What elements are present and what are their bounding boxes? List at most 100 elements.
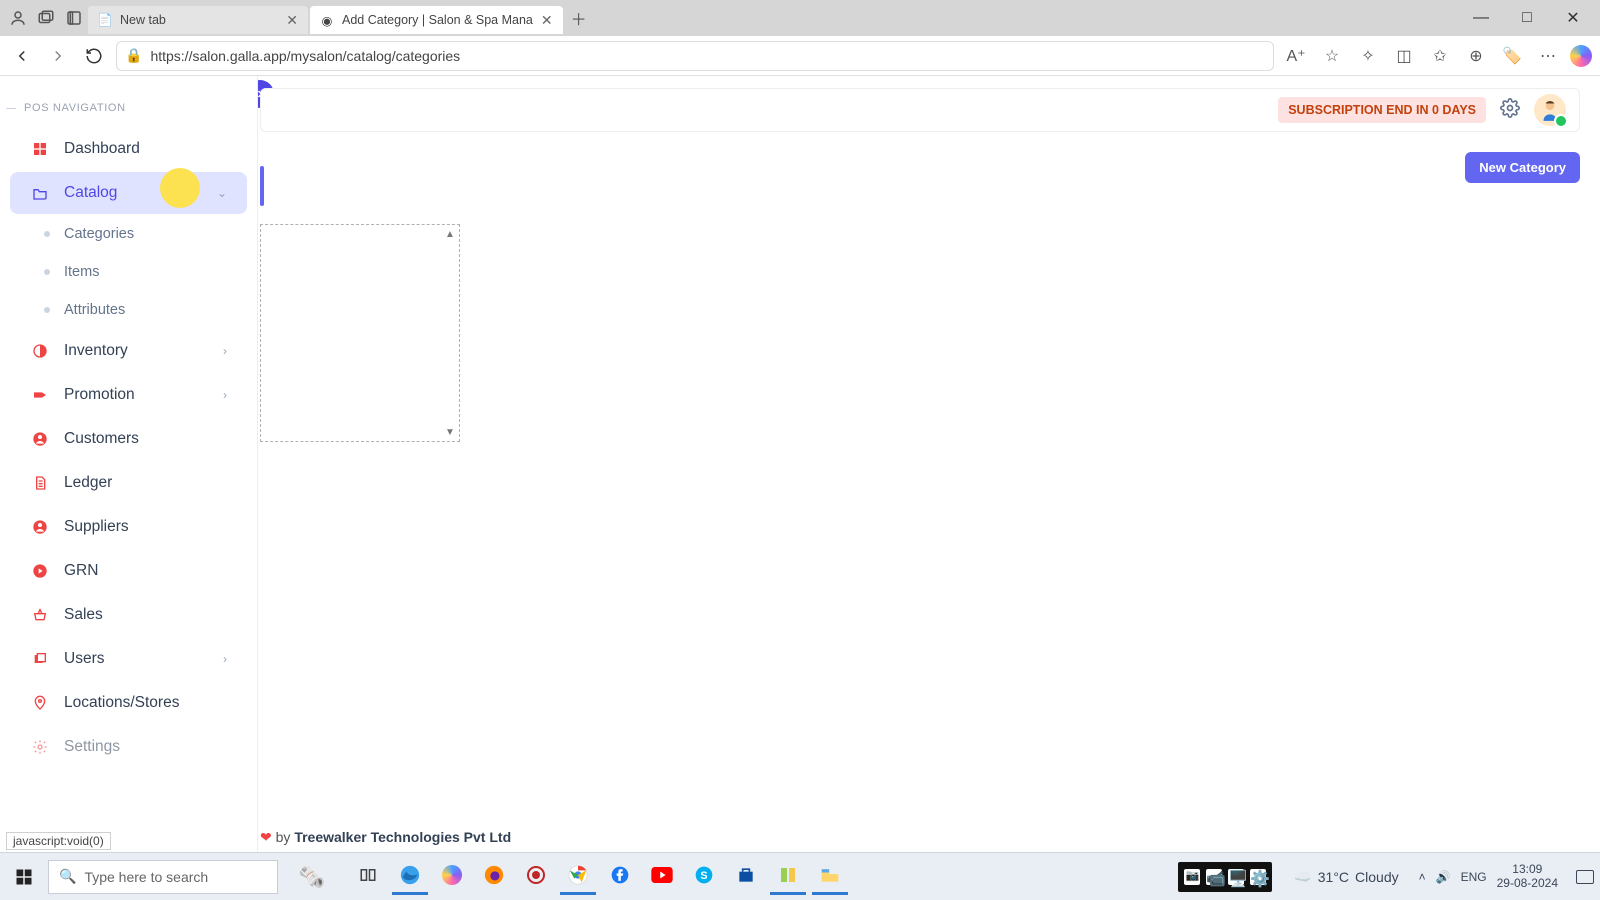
favorite-button[interactable]: ☆ [1318,42,1346,70]
taskbar-app-firefox[interactable] [476,859,512,895]
nav-label: Sales [64,606,103,624]
taskbar-app-generic1[interactable] [770,859,806,895]
tag-icon [30,387,50,403]
taskbar-app-edge[interactable] [392,859,428,895]
nav-list: Dashboard Catalog ⌄ Categories Items [0,128,257,768]
read-aloud-icon[interactable]: A⁺ [1282,42,1310,70]
task-icons: S [350,859,848,895]
heart-icon: ❤ [260,829,272,845]
footer-by: by [276,829,291,845]
extensions-button[interactable]: ✧ [1354,42,1382,70]
sidebar-item-ledger[interactable]: Ledger [10,462,247,504]
settings-gear-icon[interactable] [1500,98,1520,123]
dropzone-panel[interactable]: ▲ ▼ [260,224,460,442]
active-tab-indicator [260,166,264,206]
user-circle-icon [30,431,50,447]
more-button[interactable]: ⋯ [1534,42,1562,70]
news-widget-icon[interactable]: 🗞️ [284,860,340,894]
taskbar-search[interactable]: 🔍 Type here to search [48,860,278,894]
sidebar-item-catalog[interactable]: Catalog ⌄ [10,172,247,214]
split-screen-button[interactable]: ◫ [1390,42,1418,70]
nav-label: Categories [64,226,134,242]
tab-title: Add Category | Salon & Spa Mana [342,13,533,27]
weather-widget[interactable]: ☁️ 31°C Cloudy [1294,868,1398,885]
reload-button[interactable] [80,42,108,70]
circle-g-icon: ◉ [320,13,334,27]
taskbar-app-skype[interactable]: S [686,859,722,895]
record-icon: 📹 [1206,869,1222,885]
workspaces-icon[interactable] [32,9,60,27]
close-icon[interactable]: ✕ [286,12,298,29]
scroll-down-icon[interactable]: ▼ [443,425,457,439]
new-category-button[interactable]: New Category [1465,152,1580,183]
taskbar-app-chrome[interactable] [560,859,596,895]
taskbar-app-explorer[interactable] [812,859,848,895]
task-view-button[interactable] [350,859,386,895]
chevron-right-icon: › [223,388,227,402]
taskbar-app-store[interactable] [728,859,764,895]
chevron-right-icon: › [223,344,227,358]
sidebar-item-categories[interactable]: Categories [10,216,247,252]
nav-label: Inventory [64,342,128,360]
sidebar-item-items[interactable]: Items [10,254,247,290]
app-footer: ❤ by Treewalker Technologies Pvt Ltd [260,829,511,846]
start-button[interactable] [6,859,42,895]
lock-icon: 🔒 [125,47,142,64]
forward-button[interactable] [44,42,72,70]
back-button[interactable] [8,42,36,70]
nav-label: Customers [64,430,139,448]
sidebar-item-grn[interactable]: GRN [10,550,247,592]
collections-button[interactable]: ⊕ [1462,42,1490,70]
favorites-list-button[interactable]: ✩ [1426,42,1454,70]
minimize-button[interactable]: ― [1458,2,1504,34]
notifications-button[interactable] [1576,870,1594,884]
clock[interactable]: 13:09 29-08-2024 [1497,863,1558,891]
arrow-circle-icon [30,563,50,579]
tab-add-category[interactable]: ◉ Add Category | Salon & Spa Mana ✕ [310,6,563,34]
sidebar-item-promotion[interactable]: Promotion › [10,374,247,416]
taskbar-app-recorder[interactable] [518,859,554,895]
profile-icon[interactable] [4,9,32,27]
subscription-chip[interactable]: SUBSCRIPTION END IN 0 DAYS [1278,97,1486,123]
address-bar[interactable]: 🔒 https://salon.galla.app/mysalon/catalo… [116,41,1274,71]
sidebar-item-sales[interactable]: Sales [10,594,247,636]
nav-label: Settings [64,738,120,756]
status-bar: javascript:void(0) [6,832,111,850]
xbox-gamebar-widget[interactable]: 📹 🖥️ ⚙️ [1178,862,1272,892]
contrast-icon [30,343,50,359]
taskbar-app-facebook[interactable] [602,859,638,895]
sidebar-item-attributes[interactable]: Attributes [10,292,247,328]
nav-label: Attributes [64,302,125,318]
sidebar-item-users[interactable]: Users › [10,638,247,680]
avatar[interactable] [1534,94,1566,126]
nav-label: Users [64,650,104,668]
new-tab-button[interactable]: ＋ [565,4,593,32]
app-topbar: SUBSCRIPTION END IN 0 DAYS [260,88,1580,132]
sidebar-item-settings[interactable]: Settings [10,726,247,768]
sidebar-item-inventory[interactable]: Inventory › [10,330,247,372]
shopping-button[interactable]: 🏷️ [1498,42,1526,70]
window-controls: ― □ ✕ [1458,2,1596,34]
bullet-icon [44,269,50,275]
copilot-button[interactable] [1570,45,1592,67]
close-icon[interactable]: ✕ [541,12,553,29]
sidebar-item-locations[interactable]: Locations/Stores [10,682,247,724]
tab-actions-icon[interactable] [60,9,88,27]
close-window-button[interactable]: ✕ [1550,2,1596,34]
taskbar-app-youtube[interactable] [644,859,680,895]
taskbar-app-copilot[interactable] [434,859,470,895]
clock-time: 13:09 [1497,863,1558,877]
screen-icon: 🖥️ [1228,869,1244,885]
sidebar-item-dashboard[interactable]: Dashboard [10,128,247,170]
scroll-up-icon[interactable]: ▲ [443,227,457,241]
tray-lang[interactable]: ENG [1461,870,1487,884]
doc-icon: 📄 [98,13,112,27]
sidebar-item-customers[interactable]: Customers [10,418,247,460]
tab-new-tab[interactable]: 📄 New tab ✕ [88,6,308,34]
maximize-button[interactable]: □ [1504,2,1550,34]
sidebar-item-suppliers[interactable]: Suppliers [10,506,247,548]
nav-label: Items [64,264,99,280]
tray-chevron-icon[interactable]: ˄ [1419,870,1426,884]
sound-icon[interactable]: 🔊 [1436,870,1451,884]
weather-cond: Cloudy [1355,869,1399,885]
